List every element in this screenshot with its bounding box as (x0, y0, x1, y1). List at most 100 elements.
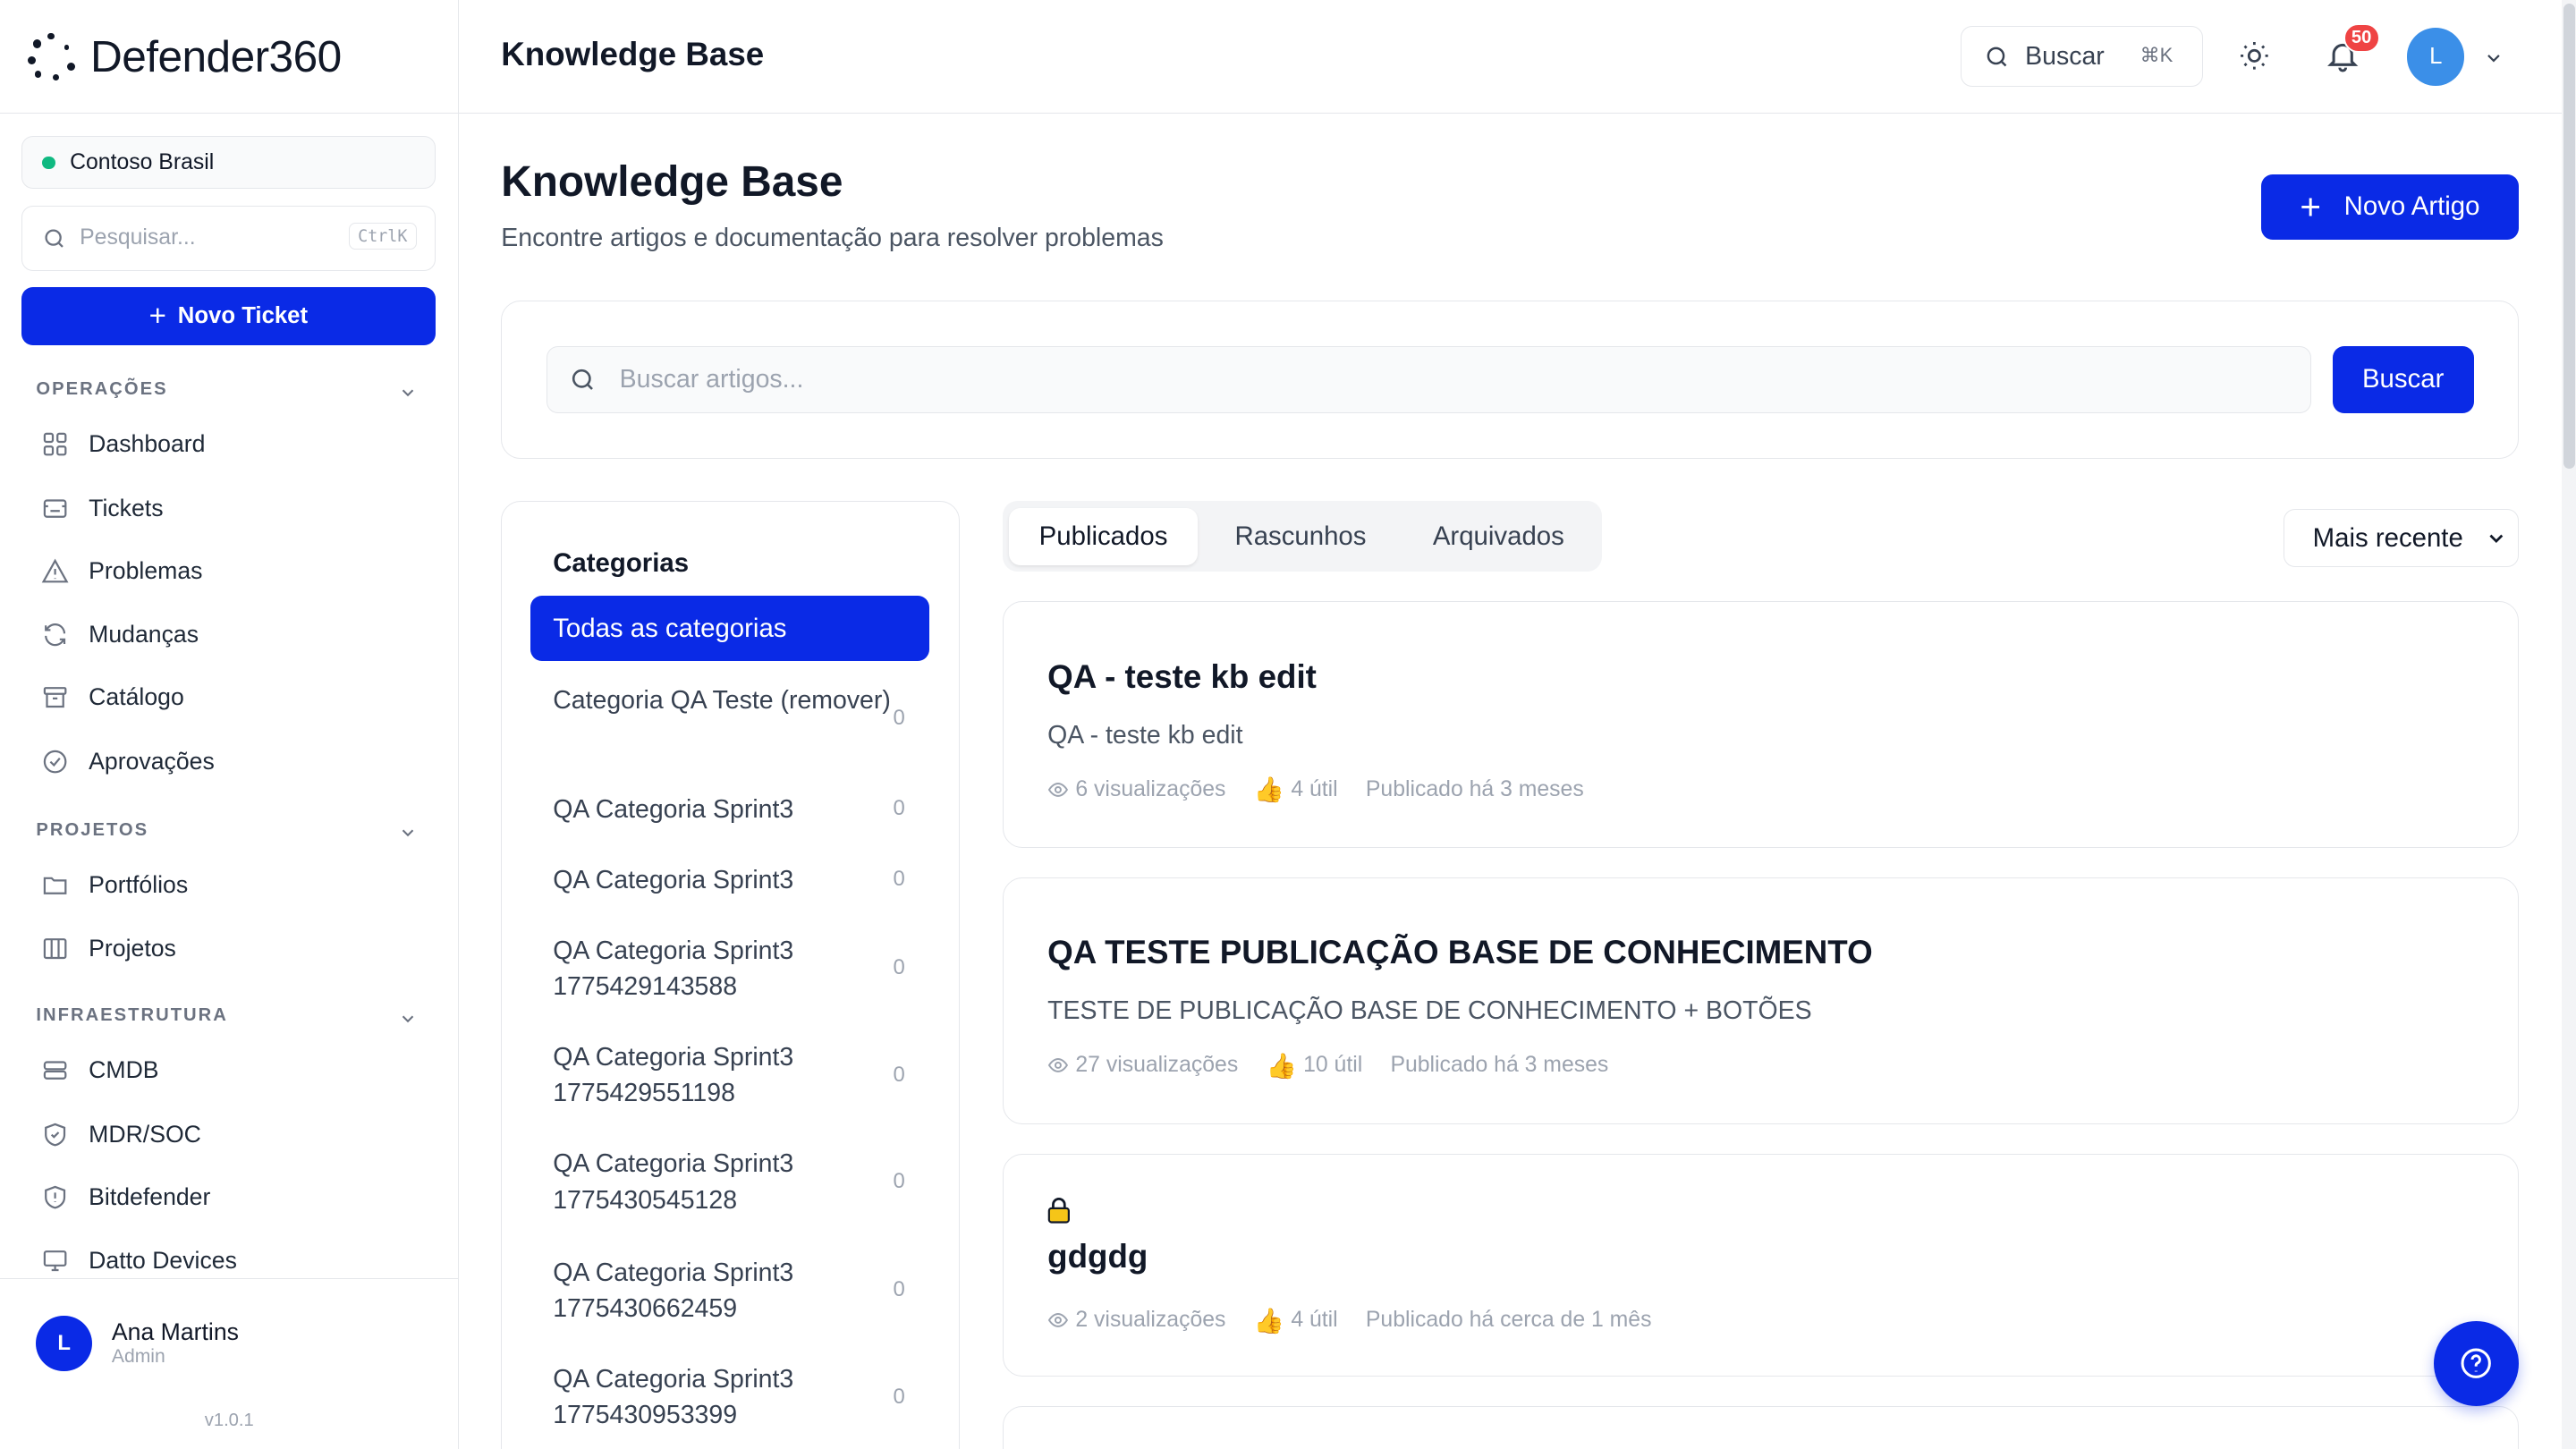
user-profile[interactable]: L Ana Martins Admin v1.0.1 (0, 1278, 459, 1449)
article-search-input[interactable] (619, 364, 2098, 394)
shortcut-hint: CtrlK (348, 222, 417, 250)
article-card[interactable] (1002, 1406, 2520, 1449)
sidebar-search[interactable]: CtrlK (21, 205, 436, 272)
category-count: 0 (893, 955, 905, 980)
sort-select[interactable]: Mais recente (2284, 509, 2520, 567)
categories-title: Categorias (553, 547, 690, 578)
plus-icon: + (148, 300, 166, 334)
sidebar-item-tickets[interactable]: Tickets (39, 493, 164, 524)
topbar: Knowledge Base Buscar ⌘K 50 L (458, 0, 2562, 114)
section-projetos[interactable]: PROJETOS (36, 820, 148, 841)
useful-label: 10 útil (1303, 1053, 1363, 1078)
article-useful[interactable]: 👍 4 útil (1254, 1306, 1338, 1335)
new-ticket-label: Novo Ticket (177, 303, 309, 329)
sidebar-item-bitdefender[interactable]: Bitdefender (39, 1182, 210, 1213)
new-ticket-button[interactable]: + Novo Ticket (21, 287, 436, 345)
shield-check-icon (39, 1119, 71, 1150)
category-item[interactable]: QA Categoria Sprint3 1775430953399 (553, 1361, 914, 1434)
section-infraestrutura[interactable]: INFRAESTRUTURA (36, 1005, 227, 1026)
sidebar-item-portfolios[interactable]: Portfólios (39, 869, 188, 901)
sidebar-item-projetos[interactable]: Projetos (39, 933, 176, 964)
sidebar-item-mudancas[interactable]: Mudanças (39, 620, 199, 651)
status-online-icon (41, 156, 55, 170)
sort-value: Mais recente (2312, 522, 2463, 553)
sidebar-item-dashboard[interactable]: Dashboard (39, 428, 205, 460)
chevron-down-icon[interactable] (398, 383, 418, 402)
category-item[interactable]: QA Categoria Sprint3 1775429143588 (553, 933, 914, 1005)
chevron-down-icon[interactable] (2483, 47, 2504, 69)
user-role: Admin (111, 1346, 165, 1368)
sidebar-item-label: Portfólios (89, 870, 189, 898)
chevron-down-icon[interactable] (398, 1009, 418, 1029)
tab-arquivados[interactable]: Arquivados (1402, 508, 1596, 565)
category-count: 0 (893, 1169, 905, 1194)
views-label: 27 visualizações (1075, 1053, 1239, 1078)
category-item[interactable]: QA Categoria Sprint3 1775430545128 (553, 1146, 914, 1218)
category-count: 0 (893, 1277, 905, 1302)
plus-icon: + (2300, 186, 2321, 228)
useful-label: 4 útil (1291, 776, 1338, 801)
sidebar-item-label: CMDB (89, 1056, 159, 1084)
search-button[interactable]: Buscar (2332, 345, 2474, 414)
scrollbar-thumb[interactable] (2563, 3, 2575, 469)
sun-icon[interactable] (2238, 39, 2271, 72)
article-title[interactable]: gdgdg (1047, 1238, 1148, 1275)
folder-icon (39, 869, 71, 901)
chevron-down-icon[interactable] (398, 823, 418, 843)
article-useful[interactable]: 👍 10 útil (1266, 1051, 1362, 1080)
category-item[interactable]: QA Categoria Sprint3 (553, 862, 914, 898)
section-operacoes[interactable]: OPERAÇÕES (36, 379, 167, 400)
article-card[interactable]: gdgdg 2 visualizações 👍 4 útil Publicado… (1002, 1153, 2520, 1377)
article-summary: TESTE DE PUBLICAÇÃO BASE DE CONHECIMENTO… (1047, 996, 1812, 1026)
sidebar-item-catalogo[interactable]: Catálogo (39, 682, 184, 713)
sidebar-item-problemas[interactable]: Problemas (39, 555, 202, 587)
global-search-button[interactable]: Buscar ⌘K (1960, 26, 2204, 88)
search-icon (1987, 47, 2007, 67)
archive-icon (39, 682, 71, 713)
article-search-field[interactable] (546, 345, 2311, 414)
org-name: Contoso Brasil (70, 149, 215, 174)
new-article-button[interactable]: + Novo Artigo (2260, 174, 2520, 241)
category-item[interactable]: QA Categoria Sprint3 (553, 792, 914, 827)
category-item[interactable]: QA Categoria Sprint3 1775429551198 (553, 1039, 914, 1112)
sidebar-item-cmdb[interactable]: CMDB (39, 1055, 159, 1086)
shortcut-hint: ⌘K (2140, 43, 2174, 66)
logo[interactable]: Defender360 (0, 0, 458, 114)
article-summary: QA - teste kb edit (1047, 720, 1243, 750)
sidebar-item-label: Bitdefender (89, 1182, 211, 1210)
article-card[interactable]: QA TESTE PUBLICAÇÃO BASE DE CONHECIMENTO… (1002, 877, 2520, 1124)
sidebar-item-datto-devices[interactable]: Datto Devices (39, 1245, 237, 1276)
eye-icon (1047, 1058, 1069, 1073)
category-item[interactable]: Categoria QA Teste (remover) (553, 682, 914, 718)
article-title[interactable]: QA - teste kb edit (1047, 658, 1317, 696)
notification-badge: 50 (2343, 22, 2380, 53)
org-selector[interactable]: Contoso Brasil (21, 136, 436, 190)
sidebar-item-label: Dashboard (89, 430, 206, 458)
category-count: 0 (893, 1384, 905, 1409)
help-button[interactable] (2433, 1320, 2520, 1407)
tab-publicados[interactable]: Publicados (1008, 507, 1199, 565)
thumbs-up-icon: 👍 (1266, 1051, 1297, 1080)
article-meta: 2 visualizações 👍 4 útil Publicado há ce… (1047, 1306, 1680, 1335)
article-meta: 6 visualizações 👍 4 útil Publicado há 3 … (1047, 775, 1612, 804)
article-search-card: Buscar (501, 301, 2520, 459)
monitor-icon (39, 1245, 71, 1276)
database-icon (39, 1055, 71, 1086)
sidebar-item-mdr-soc[interactable]: MDR/SOC (39, 1119, 201, 1150)
avatar[interactable]: L (2407, 28, 2465, 86)
category-count: 0 (893, 1062, 905, 1087)
views-label: 6 visualizações (1075, 776, 1226, 801)
useful-label: 4 útil (1291, 1308, 1338, 1333)
category-count: 0 (893, 867, 905, 892)
category-count: 0 (893, 796, 905, 821)
tab-rascunhos[interactable]: Rascunhos (1206, 508, 1394, 565)
article-useful[interactable]: 👍 4 útil (1254, 775, 1338, 804)
sidebar-search-input[interactable] (80, 225, 310, 251)
category-item[interactable]: QA Categoria Sprint3 1775430662459 (553, 1255, 914, 1327)
columns-icon (39, 933, 71, 964)
article-card[interactable]: QA - teste kb edit QA - teste kb edit 6 … (1002, 601, 2520, 848)
article-title[interactable]: QA TESTE PUBLICAÇÃO BASE DE CONHECIMENTO (1047, 934, 1873, 971)
page-subtitle: Encontre artigos e documentação para res… (501, 223, 1164, 252)
category-all[interactable]: Todas as categorias (530, 595, 929, 662)
sidebar-item-aprovacoes[interactable]: Aprovações (39, 746, 215, 777)
